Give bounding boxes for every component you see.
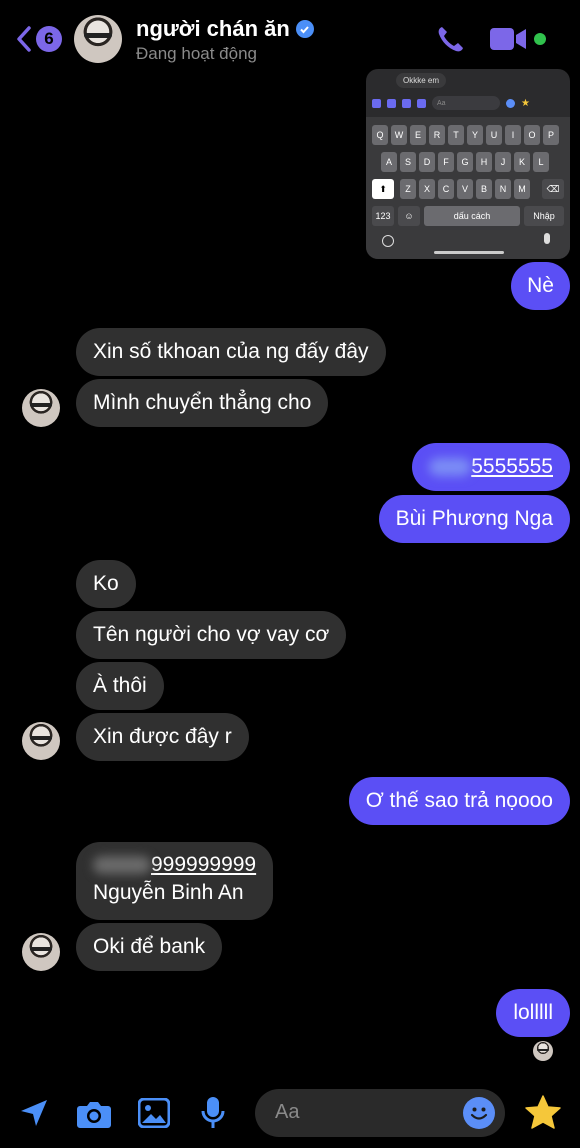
- space-key: dấu cách: [424, 206, 520, 226]
- screenshot-bubble: Okkke em: [396, 73, 447, 88]
- key: Z: [400, 179, 416, 199]
- phone-icon[interactable]: [434, 24, 466, 56]
- shift-key: ⬆: [372, 179, 394, 199]
- video-camera-icon[interactable]: [490, 26, 528, 52]
- key: B: [476, 179, 492, 199]
- message-input-placeholder: Aa: [275, 1101, 300, 1123]
- online-dot-icon: [534, 33, 546, 45]
- incoming-message[interactable]: Xin được đây r: [76, 713, 249, 761]
- camera-icon[interactable]: [76, 1099, 112, 1129]
- microphone-icon: [417, 98, 426, 108]
- incoming-message[interactable]: Mình chuyển thẳng cho: [76, 379, 329, 427]
- key: O: [524, 125, 540, 145]
- image-icon[interactable]: [138, 1098, 170, 1128]
- microphone-icon[interactable]: [200, 1096, 226, 1130]
- screenshot-toolbar: Aa ★: [372, 95, 564, 111]
- emoji-icon[interactable]: [463, 1097, 495, 1129]
- key: N: [495, 179, 511, 199]
- verified-badge-icon: [295, 20, 314, 38]
- back-chevron-icon: [17, 26, 31, 52]
- key: U: [486, 125, 502, 145]
- outgoing-message[interactable]: lolllll: [496, 989, 570, 1037]
- key: J: [495, 152, 511, 172]
- key: E: [410, 125, 426, 145]
- backspace-key: ⌫: [542, 179, 564, 199]
- numbers-key: 123: [372, 206, 394, 226]
- home-indicator: [434, 251, 504, 254]
- contact-name-text: người chán ăn: [136, 16, 290, 41]
- key: R: [429, 125, 445, 145]
- outgoing-message[interactable]: 5555555: [412, 443, 570, 491]
- key: V: [457, 179, 473, 199]
- star-sticker-icon: ★: [521, 97, 530, 109]
- image-icon: [402, 98, 411, 108]
- back-button[interactable]: 6: [14, 25, 62, 53]
- globe-icon: [382, 235, 394, 247]
- key: F: [438, 152, 454, 172]
- emoji-icon: [506, 98, 515, 108]
- location-arrow-icon[interactable]: [18, 1097, 50, 1129]
- key: H: [476, 152, 492, 172]
- key: G: [457, 152, 473, 172]
- outgoing-message[interactable]: Ơ thế sao trả nọooo: [348, 777, 570, 825]
- incoming-message[interactable]: À thôi: [76, 662, 164, 710]
- message-input[interactable]: Aa: [255, 1089, 505, 1137]
- key: X: [419, 179, 435, 199]
- incoming-message[interactable]: 999999999 Nguyễn Binh An: [76, 842, 274, 920]
- account-number: 999999999: [151, 853, 257, 876]
- microphone-icon: [544, 233, 550, 244]
- key: P: [543, 125, 559, 145]
- key: Y: [467, 125, 483, 145]
- key: L: [533, 152, 549, 172]
- active-status: Đang hoạt động: [136, 44, 257, 63]
- account-number: 5555555: [471, 455, 553, 478]
- keyboard: Q W E R T Y U I O P A S D F G H J K L ⬆ …: [366, 117, 570, 259]
- contact-avatar[interactable]: [22, 933, 60, 971]
- key: I: [505, 125, 521, 145]
- account-name: Nguyễn Binh An: [93, 881, 244, 904]
- key: D: [419, 152, 435, 172]
- contact-avatar[interactable]: [22, 389, 60, 427]
- return-key: Nhập: [524, 206, 564, 226]
- key: M: [514, 179, 530, 199]
- key: A: [381, 152, 397, 172]
- location-arrow-icon: [372, 98, 381, 108]
- key: W: [391, 125, 407, 145]
- contact-name[interactable]: người chán ăn: [136, 16, 314, 42]
- redacted-blur: [93, 856, 151, 875]
- contact-avatar[interactable]: [74, 15, 122, 63]
- emoji-key: ☺: [398, 206, 420, 226]
- key: S: [400, 152, 416, 172]
- unread-count-badge: 6: [36, 26, 62, 52]
- seen-receipt-avatar: [533, 1041, 553, 1061]
- incoming-message[interactable]: Oki để bank: [76, 923, 223, 971]
- incoming-message[interactable]: Xin số tkhoan của ng đấy đây: [76, 328, 386, 376]
- key: Q: [372, 125, 388, 145]
- star-sticker-icon[interactable]: [524, 1094, 562, 1132]
- key: T: [448, 125, 464, 145]
- incoming-message[interactable]: Ko: [76, 560, 136, 608]
- outgoing-message[interactable]: Nè: [511, 262, 570, 310]
- contact-avatar[interactable]: [22, 722, 60, 760]
- shared-keyboard-screenshot[interactable]: Okkke em Aa ★ Q W E R T Y U I O P A S D …: [366, 69, 570, 259]
- redacted-blur: [429, 458, 472, 477]
- incoming-message[interactable]: Tên người cho vợ vay cơ: [76, 611, 347, 659]
- camera-icon: [387, 98, 396, 108]
- outgoing-message[interactable]: Bùi Phương Nga: [378, 495, 570, 543]
- key: K: [514, 152, 530, 172]
- key: C: [438, 179, 454, 199]
- screenshot-input: Aa: [432, 96, 500, 110]
- account-line: 999999999: [93, 851, 256, 879]
